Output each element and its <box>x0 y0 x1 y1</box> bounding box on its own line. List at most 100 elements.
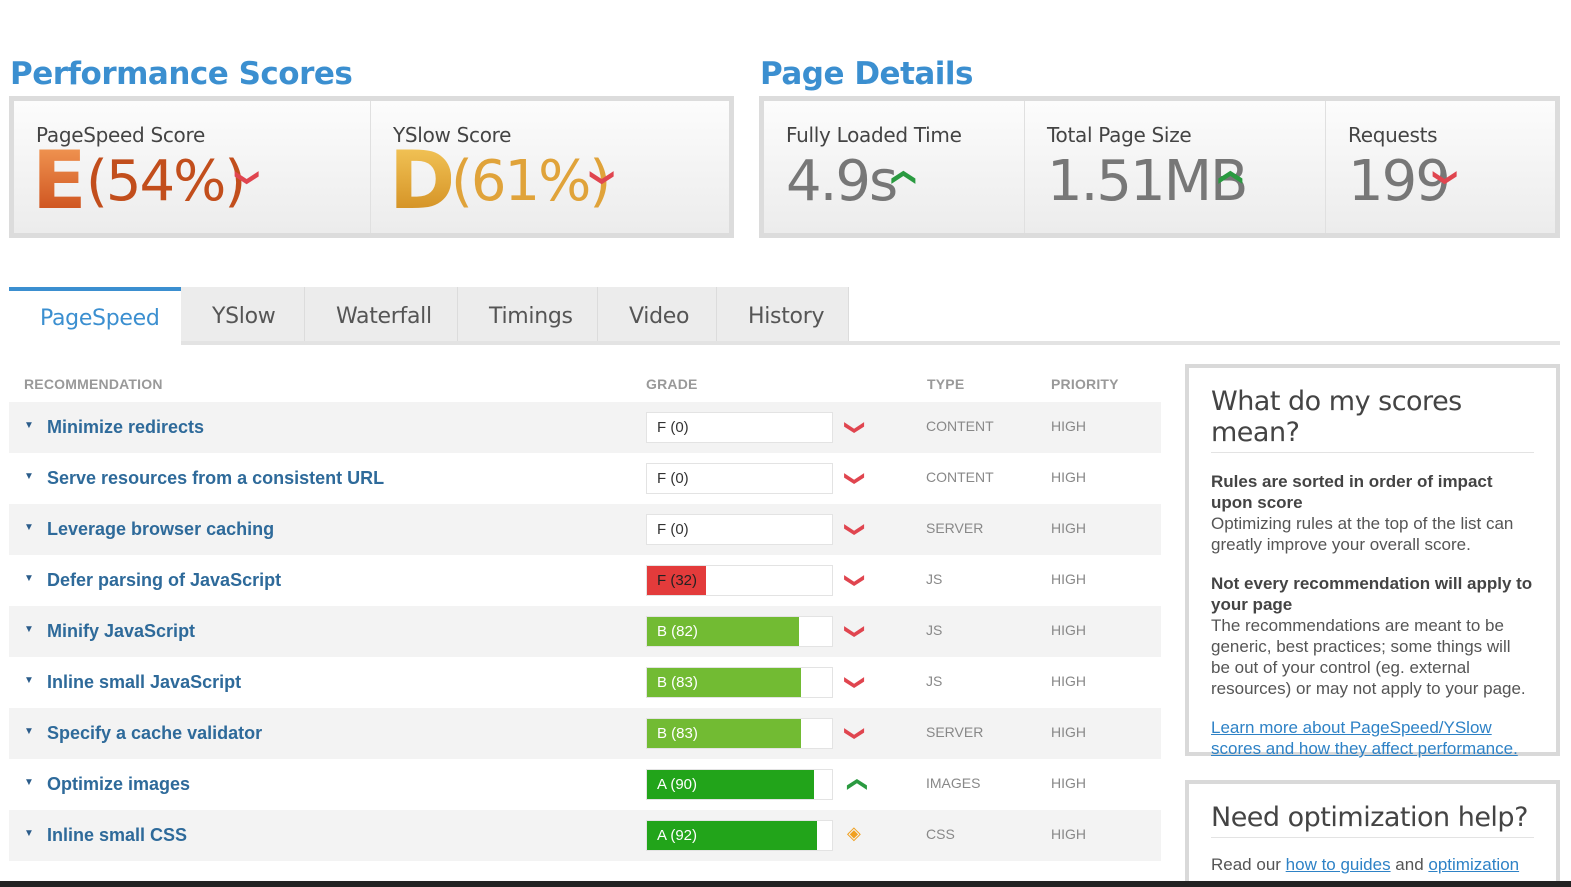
grade-text: B (83) <box>657 725 698 742</box>
table-row[interactable]: ▼ Inline small JavaScript B (83) ❯ JS HIGH <box>9 657 1161 708</box>
tab-history[interactable]: History <box>717 287 849 345</box>
yslow-score-card: YSlow Score D (61%) ❯ <box>371 101 729 233</box>
priority-value: HIGH <box>1051 520 1086 536</box>
table-row[interactable]: ▼ Specify a cache validator B (83) ❯ SERVER H… <box>9 708 1161 759</box>
priority-value: HIGH <box>1051 673 1086 689</box>
type-value: JS <box>926 622 943 638</box>
performance-scores-title: Performance Scores <box>10 56 353 92</box>
expand-caret-icon[interactable]: ▼ <box>24 624 34 635</box>
grade-bar: B (83) <box>646 718 833 749</box>
tab-yslow[interactable]: YSlow <box>181 287 305 345</box>
table-row[interactable]: ▼ Leverage browser caching F (0) ❯ SERVER HIG… <box>9 504 1161 555</box>
requests-card: Requests 199 ❯ <box>1326 101 1555 233</box>
fully-loaded-time-value: 4.9s <box>786 149 898 214</box>
optimization-link[interactable]: optimization <box>1428 855 1519 874</box>
recommendation-name[interactable]: Optimize images <box>47 774 190 795</box>
recommendation-name[interactable]: Minify JavaScript <box>47 621 195 642</box>
table-row[interactable]: ▼ Serve resources from a consistent URL F … <box>9 453 1161 504</box>
recommendation-name[interactable]: Minimize redirects <box>47 417 204 438</box>
requests-label: Requests <box>1348 123 1438 147</box>
chevron-down-icon: ❯ <box>1432 167 1460 188</box>
recommendations-table: RECOMMENDATION GRADE TYPE PRIORITY ▼ Mini… <box>9 366 1161 861</box>
table-row[interactable]: ▼ Inline small CSS A (92) ◈ CSS HIGH <box>9 810 1161 861</box>
tab-timings[interactable]: Timings <box>458 287 598 345</box>
recommendation-name[interactable]: Leverage browser caching <box>47 519 274 540</box>
recommendation-name[interactable]: Inline small CSS <box>47 825 187 846</box>
chevron-down-icon: ❯ <box>843 572 866 589</box>
table-row[interactable]: ▼ Optimize images A (90) ❯ IMAGES HIGH <box>9 759 1161 810</box>
total-page-size-label: Total Page Size <box>1047 123 1192 147</box>
priority-value: HIGH <box>1051 724 1086 740</box>
header-grade: GRADE <box>646 376 698 392</box>
tab-video[interactable]: Video <box>598 287 717 345</box>
grade-bar: F (0) <box>646 412 833 443</box>
pagespeed-percent: (54%) <box>86 149 246 214</box>
grade-text: F (0) <box>657 521 689 538</box>
help-heading-apply: Not every recommendation will apply to y… <box>1211 574 1533 614</box>
fully-loaded-time-label: Fully Loaded Time <box>786 123 962 147</box>
recommendation-name[interactable]: Defer parsing of JavaScript <box>47 570 281 591</box>
performance-scores-panel: PageSpeed Score E (54%) ❯ YSlow Score D … <box>9 96 734 238</box>
help-text-pre: Read our <box>1211 855 1286 874</box>
optimization-help-title: Need optimization help? <box>1211 802 1534 838</box>
chevron-up-icon: ❯ <box>844 776 867 793</box>
learn-more-link[interactable]: Learn more about PageSpeed/YSlow scores … <box>1211 718 1518 758</box>
how-to-guides-link[interactable]: how to guides <box>1286 855 1391 874</box>
grade-text: F (0) <box>657 419 689 436</box>
yslow-percent: (61%) <box>451 149 611 214</box>
recommendation-name[interactable]: Specify a cache validator <box>47 723 262 744</box>
chevron-down-icon: ❯ <box>843 623 866 640</box>
tab-waterfall[interactable]: Waterfall <box>305 287 458 345</box>
table-row[interactable]: ▼ Minify JavaScript B (82) ❯ JS HIGH <box>9 606 1161 657</box>
grade-bar: F (0) <box>646 463 833 494</box>
type-value: SERVER <box>926 724 984 740</box>
recommendation-name[interactable]: Serve resources from a consistent URL <box>47 468 384 489</box>
expand-caret-icon[interactable]: ▼ <box>24 573 34 584</box>
grade-text: B (82) <box>657 623 698 640</box>
chevron-down-icon: ❯ <box>843 419 866 436</box>
expand-caret-icon[interactable]: ▼ <box>24 420 34 431</box>
bottom-edge <box>0 881 1571 887</box>
tab-divider <box>181 341 1560 345</box>
priority-value: HIGH <box>1051 775 1086 791</box>
scores-help-panel: What do my scores mean? Rules are sorted… <box>1185 364 1560 758</box>
chevron-down-icon: ❯ <box>589 167 617 188</box>
recommendation-name[interactable]: Inline small JavaScript <box>47 672 241 693</box>
help-text-sorted: Optimizing rules at the top of the list … <box>1211 514 1514 554</box>
priority-value: HIGH <box>1051 571 1086 587</box>
chevron-down-icon: ❯ <box>843 521 866 538</box>
priority-value: HIGH <box>1051 622 1086 638</box>
fully-loaded-time-card: Fully Loaded Time 4.9s ❯ <box>764 101 1025 233</box>
page-details-title: Page Details <box>760 56 974 92</box>
expand-caret-icon[interactable]: ▼ <box>24 828 34 839</box>
priority-value: HIGH <box>1051 469 1086 485</box>
chevron-up-icon: ❯ <box>888 167 916 188</box>
table-row[interactable]: ▼ Minimize redirects F (0) ❯ CONTENT HIGH <box>9 402 1161 453</box>
grade-bar: B (83) <box>646 667 833 698</box>
page-details-panel: Fully Loaded Time 4.9s ❯ Total Page Size… <box>759 96 1560 238</box>
grade-bar: A (92) <box>646 820 833 851</box>
grade-text: F (32) <box>657 572 698 589</box>
optimization-help-panel: Need optimization help? Read our how to … <box>1185 780 1560 887</box>
help-text-mid: and <box>1390 855 1429 874</box>
expand-caret-icon[interactable]: ▼ <box>24 522 34 533</box>
expand-caret-icon[interactable]: ▼ <box>24 675 34 686</box>
expand-caret-icon[interactable]: ▼ <box>24 777 34 788</box>
chevron-down-icon: ❯ <box>234 167 262 188</box>
scores-help-title: What do my scores mean? <box>1211 386 1534 453</box>
chevron-down-icon: ❯ <box>843 725 866 742</box>
header-recommendation: RECOMMENDATION <box>24 376 163 392</box>
tab-pagespeed[interactable]: PageSpeed <box>9 287 181 345</box>
table-row[interactable]: ▼ Defer parsing of JavaScript F (32) ❯ JS HIG… <box>9 555 1161 606</box>
total-page-size-card: Total Page Size 1.51MB ❯ <box>1025 101 1326 233</box>
type-value: JS <box>926 571 943 587</box>
grade-bar: B (82) <box>646 616 833 647</box>
type-value: CONTENT <box>926 418 994 434</box>
grade-text: A (90) <box>657 776 698 793</box>
expand-caret-icon[interactable]: ▼ <box>24 726 34 737</box>
type-value: SERVER <box>926 520 984 536</box>
chevron-down-icon: ❯ <box>843 674 866 691</box>
help-text-apply: The recommendations are meant to be gene… <box>1211 616 1526 698</box>
chevron-down-icon: ❯ <box>843 470 866 487</box>
expand-caret-icon[interactable]: ▼ <box>24 471 34 482</box>
